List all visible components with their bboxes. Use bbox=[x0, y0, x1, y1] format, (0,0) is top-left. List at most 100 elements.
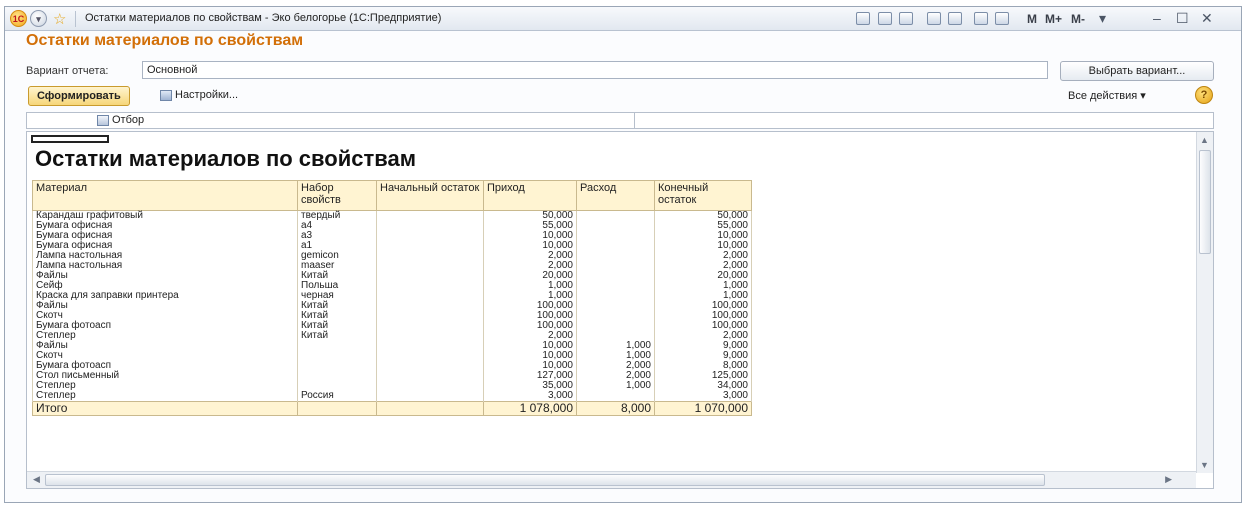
column-header: Расход bbox=[576, 180, 655, 211]
table-cell bbox=[376, 331, 484, 341]
table-cell bbox=[376, 341, 484, 351]
favorites-add-icon[interactable] bbox=[927, 12, 941, 25]
table-cell: Китай bbox=[297, 331, 377, 341]
table-cell bbox=[297, 371, 377, 381]
report-area: Остатки материалов по свойствам Материал… bbox=[26, 131, 1214, 489]
table-cell bbox=[376, 361, 484, 371]
column-header: Начальный остаток bbox=[376, 180, 484, 211]
table-cell: Россия bbox=[297, 391, 377, 402]
favorites-icon[interactable] bbox=[948, 12, 962, 25]
vertical-scrollbar[interactable]: ▲ ▼ bbox=[1196, 132, 1213, 473]
filter-label: Отбор bbox=[112, 114, 145, 126]
table-cell bbox=[376, 301, 484, 311]
table-cell bbox=[376, 371, 484, 381]
table-cell bbox=[376, 381, 484, 391]
generate-button[interactable]: Сформировать bbox=[28, 86, 130, 106]
choose-variant-button[interactable]: Выбрать вариант... bbox=[1060, 61, 1214, 81]
scroll-down-icon[interactable]: ▼ bbox=[1200, 460, 1209, 470]
table-row: Лампа настольная gemicon 2,000 2,000 bbox=[32, 251, 752, 261]
table-row: Степлер 35,000 1,000 34,000 bbox=[32, 381, 752, 391]
table-cell: Краска для заправки принтера bbox=[32, 291, 298, 301]
table-cell bbox=[576, 251, 655, 261]
table-cell bbox=[576, 391, 655, 402]
minimize-icon[interactable]: – bbox=[1153, 10, 1161, 26]
memory-minus-button[interactable]: M- bbox=[1071, 12, 1085, 26]
settings-label: Настройки... bbox=[175, 89, 239, 101]
table-cell bbox=[376, 281, 484, 291]
page-title: Остатки материалов по свойствам bbox=[26, 32, 304, 49]
table-cell bbox=[576, 321, 655, 331]
table-row: Файлы Китай 20,000 20,000 bbox=[32, 271, 752, 281]
save-icon[interactable] bbox=[856, 12, 870, 25]
horizontal-scroll-thumb[interactable] bbox=[45, 474, 1045, 486]
table-row: Краска для заправки принтера черная 1,000 1… bbox=[32, 291, 752, 301]
table-cell bbox=[376, 210, 484, 221]
scroll-left-icon[interactable]: ◀ bbox=[33, 474, 40, 485]
table-cell: Лампа настольная bbox=[32, 261, 298, 271]
settings-button[interactable]: Настройки... bbox=[160, 89, 238, 101]
table-cell bbox=[376, 231, 484, 241]
scroll-right-icon[interactable]: ▶ bbox=[1165, 474, 1172, 485]
table-cell: 3,000 bbox=[483, 391, 577, 402]
table-cell bbox=[376, 271, 484, 281]
close-icon[interactable]: ✕ bbox=[1201, 10, 1213, 27]
table-row: Лампа настольная maaser 2,000 2,000 bbox=[32, 261, 752, 271]
table-cell bbox=[376, 221, 484, 231]
table-row: Бумага офисная а3 10,000 10,000 bbox=[32, 231, 752, 241]
report-title: Остатки материалов по свойствам bbox=[35, 146, 416, 171]
table-row: Бумага офисная а1 10,000 10,000 bbox=[32, 241, 752, 251]
column-header: Приход bbox=[483, 180, 577, 211]
total-row: Итого 1 078,000 8,000 1 070,000 bbox=[32, 401, 752, 416]
window-menu-icon[interactable]: ▾ bbox=[1099, 10, 1106, 27]
report-table: Материал Набор свойств Начальный остаток… bbox=[32, 180, 752, 416]
variant-label: Вариант отчета: bbox=[26, 65, 109, 77]
app-logo-icon[interactable]: 1C bbox=[10, 10, 27, 27]
table-cell: Файлы bbox=[32, 301, 298, 311]
all-actions-menu[interactable]: Все действия ▾ bbox=[1068, 89, 1146, 102]
filter-cell[interactable]: Отбор bbox=[27, 113, 635, 128]
table-cell bbox=[576, 241, 655, 251]
preview-icon[interactable] bbox=[899, 12, 913, 25]
table-row: Скотч Китай 100,000 100,000 bbox=[32, 311, 752, 321]
column-header: Материал bbox=[32, 180, 298, 211]
total-cell: 8,000 bbox=[576, 401, 655, 416]
table-row: Степлер Россия 3,000 3,000 bbox=[32, 391, 752, 402]
table-cell: Файлы bbox=[32, 341, 298, 351]
filter-button[interactable]: Отбор bbox=[97, 114, 144, 126]
table-cell: Степлер bbox=[32, 331, 298, 341]
table-cell bbox=[297, 361, 377, 371]
table-cell bbox=[376, 321, 484, 331]
table-cell bbox=[576, 311, 655, 321]
print-icon[interactable] bbox=[878, 12, 892, 25]
total-cell: 1 078,000 bbox=[483, 401, 577, 416]
table-cell bbox=[297, 351, 377, 361]
table-cell bbox=[376, 291, 484, 301]
calculator-icon[interactable] bbox=[974, 12, 988, 25]
table-cell bbox=[376, 251, 484, 261]
table-cell bbox=[376, 351, 484, 361]
title-bar: 1C ▾ ☆ Остатки материалов по свойствам -… bbox=[5, 7, 1241, 31]
table-row: Бумага офисная а4 55,000 55,000 bbox=[32, 221, 752, 231]
help-icon[interactable]: ? bbox=[1195, 86, 1213, 104]
table-cell bbox=[297, 341, 377, 351]
column-header: Набор свойств bbox=[297, 180, 377, 211]
table-cell bbox=[376, 311, 484, 321]
table-cell bbox=[576, 221, 655, 231]
table-cell bbox=[576, 281, 655, 291]
horizontal-scrollbar[interactable]: ◀ ▶ bbox=[27, 471, 1196, 488]
selection-marker bbox=[31, 135, 109, 143]
table-cell bbox=[576, 301, 655, 311]
separator bbox=[75, 11, 76, 27]
memory-m-button[interactable]: M bbox=[1027, 12, 1037, 26]
table-cell bbox=[376, 261, 484, 271]
table-cell bbox=[576, 231, 655, 241]
memory-plus-button[interactable]: M+ bbox=[1045, 12, 1062, 26]
calendar-icon[interactable] bbox=[995, 12, 1009, 25]
maximize-icon[interactable]: ☐ bbox=[1176, 10, 1189, 27]
table-cell: 3,000 bbox=[654, 391, 752, 402]
vertical-scroll-thumb[interactable] bbox=[1199, 150, 1211, 254]
variant-field[interactable]: Основной bbox=[142, 61, 1048, 79]
scroll-up-icon[interactable]: ▲ bbox=[1200, 135, 1209, 145]
favorites-star-icon[interactable]: ☆ bbox=[53, 10, 66, 28]
main-menu-icon[interactable]: ▾ bbox=[30, 10, 47, 27]
